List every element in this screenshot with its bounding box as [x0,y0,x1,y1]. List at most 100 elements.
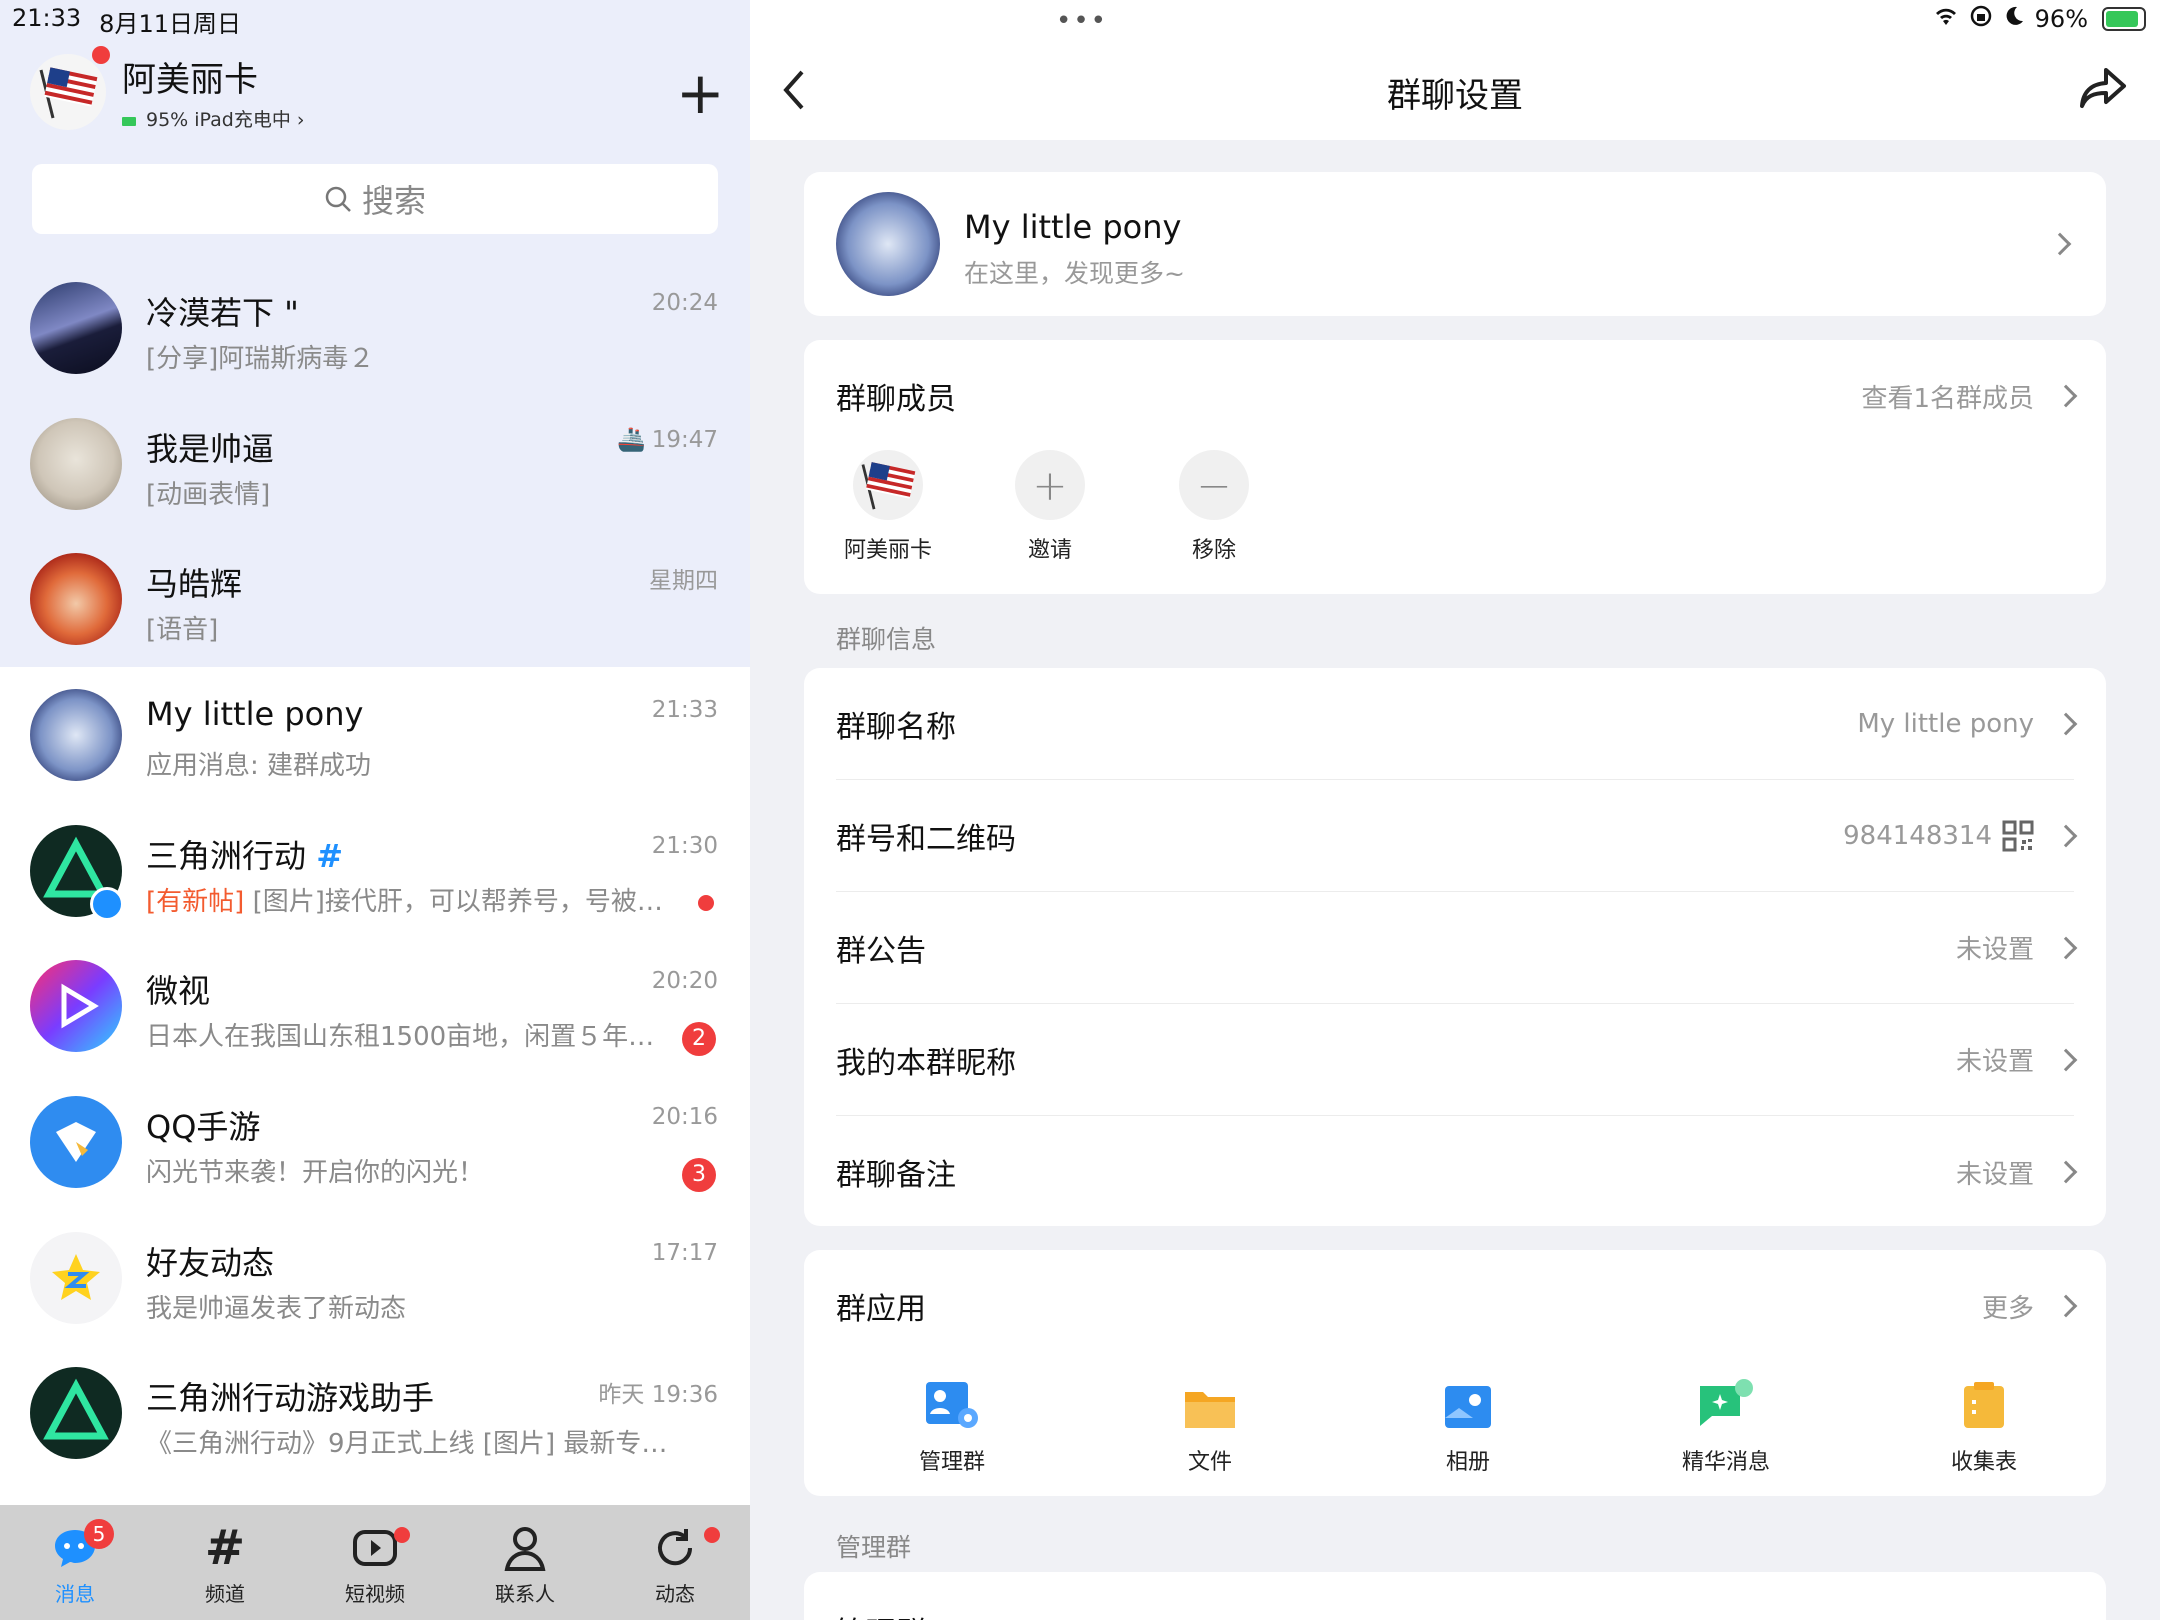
row-value: 984148314 [1843,820,2078,852]
chat-item[interactable]: 微视 20:20 日本人在我国山东租1500亩地，闲置５年… 2 [0,938,750,1074]
battery-icon [2102,7,2146,31]
play-icon [61,983,99,1029]
avatar [30,1096,122,1188]
remove-button[interactable]: − 移除 [1154,450,1274,564]
chat-item[interactable]: My little pony 21:33 应用消息: 建群成功 [0,667,750,803]
tab-messages[interactable]: 消息 5 [0,1505,150,1620]
chat-name: 三角洲行动 # [146,831,343,877]
chat-item[interactable]: QQ手游 20:16 闪光节来袭！开启你的闪光！ 3 [0,1074,750,1210]
info-row-announcement[interactable]: 群公告 未设置 [836,892,2078,1004]
row-value: 未设置 [1956,1154,2078,1191]
members-row[interactable]: 群聊成员 查看1名群成员 [836,340,2078,452]
chat-item[interactable]: 三角洲行动 # 21:30 [有新帖] [图片]接代肝，可以帮养号，号被… [0,803,750,939]
member-label: 阿美丽卡 [843,538,932,563]
apps-row[interactable]: 群应用 更多 [836,1250,2078,1362]
tab-badge: 5 [84,1519,114,1549]
row-value-text: 未设置 [1955,1047,2034,1077]
app-form[interactable]: 收集表 [1914,1370,2054,1476]
chat-name: 好友动态 [146,1244,275,1282]
chevron-right-icon [2054,712,2078,735]
rotation-lock-icon [1969,4,1993,34]
tab-short-video[interactable]: 短视频 [300,1505,450,1620]
manage-card[interactable]: 管理群 [804,1572,2106,1620]
member-item[interactable]: 阿美丽卡 [828,450,948,564]
chat-item[interactable]: 好友动态 17:17 我是帅逼发表了新动态 [0,1210,750,1346]
new-post-tag: [有新帖] [146,887,245,917]
video-icon [353,1530,397,1566]
tab-channels[interactable]: # 频道 [150,1505,300,1620]
chat-time-text: 19:47 [651,427,718,453]
search-input[interactable]: 搜索 [32,164,718,234]
device-status-chevron: › [296,109,305,131]
chat-preview: [分享]阿瑞斯病毒２ [146,344,375,374]
chat-item[interactable]: 冷漠若下 " 20:24 [分享]阿瑞斯病毒２ [0,260,750,396]
chevron-right-icon [2054,936,2078,959]
chat-time: 21:33 [651,697,718,723]
chevron-right-icon [2054,1160,2078,1184]
members-title: 群聊成员 [836,382,956,417]
info-row-group-name[interactable]: 群聊名称 My little pony [836,668,2078,780]
app-essence[interactable]: 精华消息 [1656,1370,1796,1476]
page-title: 群聊设置 [1387,76,1523,116]
row-value-text: 未设置 [1955,935,2034,965]
avatar [30,553,122,645]
tab-label: 联系人 [495,1582,555,1606]
avatar [30,1232,122,1324]
group-profile-card[interactable]: My little pony 在这里，发现更多~ [804,172,2106,316]
row-label: 群聊备注 [836,1158,956,1193]
tab-label: 频道 [205,1582,245,1606]
member-label: 移除 [1191,538,1236,563]
profile-header[interactable]: 阿美丽卡 95% iPad充电中 › [30,46,305,132]
share-button[interactable] [2078,66,2128,114]
game-logo-icon [56,1122,96,1162]
hash-icon: # [204,1520,246,1576]
app-label: 文件 [1187,1450,1232,1475]
search-icon [325,186,351,212]
battery-small-icon [122,117,136,126]
search-placeholder: 搜索 [361,182,426,220]
chat-time: 昨天 19:36 [598,1382,718,1408]
avatar [30,1367,122,1459]
chat-time: 🚢 19:47 [617,426,718,453]
avatar[interactable] [30,54,106,130]
person-icon [504,1527,546,1571]
add-button[interactable]: + [676,64,725,122]
section-title: 管理群 [836,1533,912,1562]
apps-more-text: 更多 [1981,1293,2034,1324]
app-label: 精华消息 [1681,1450,1770,1475]
row-value-text: 984148314 [1843,820,1992,851]
info-row-remark[interactable]: 群聊备注 未设置 [836,1116,2078,1228]
chat-name: 冷漠若下 " [146,294,299,332]
chat-time: 星期四 [649,568,718,594]
chat-time: 17:17 [651,1240,718,1266]
tab-feed[interactable]: 动态 [600,1505,750,1620]
chat-preview: 我是帅逼发表了新动态 [146,1294,407,1324]
info-row-group-number[interactable]: 群号和二维码 984148314 [836,780,2078,892]
profile-red-dot [92,46,110,64]
conversation-list-pane: 阿美丽卡 95% iPad充电中 › + 搜索 冷漠若下 " 20:24 [分享… [0,0,750,1620]
chat-item[interactable]: 我是帅逼 🚢 19:47 [动画表情] [0,396,750,532]
row-label: 群公告 [836,933,926,969]
chevron-right-icon [2054,824,2078,847]
row-label: 管理群 [836,1608,926,1620]
app-files[interactable]: 文件 [1140,1370,1280,1476]
app-album[interactable]: 相册 [1398,1370,1538,1476]
chat-item[interactable]: 三角洲行动游戏助手 昨天 19:36 《三角洲行动》9月正式上线 [图片] 最新… [0,1345,750,1481]
info-row-my-nickname[interactable]: 我的本群昵称 未设置 [836,1004,2078,1116]
invite-button[interactable]: + 邀请 [990,450,1110,564]
us-flag-icon [39,67,98,119]
tab-bar: 消息 5 # 频道 短视频 联系人 动态 [0,1505,750,1620]
avatar [853,450,923,520]
tab-label: 短视频 [345,1582,405,1606]
chat-item[interactable]: 马皓辉 星期四 [语音] [0,531,750,667]
us-flag-icon [861,462,916,510]
chat-time: 20:20 [651,968,718,994]
device-status[interactable]: 95% iPad充电中 › [122,105,305,132]
tab-contacts[interactable]: 联系人 [450,1505,600,1620]
apps-title: 群应用 [836,1292,926,1327]
app-admin[interactable]: 管理群 [882,1370,1022,1476]
multitask-dots[interactable]: ••• [1056,6,1108,36]
unread-dot [698,895,714,911]
group-settings-pane: 群聊设置 My little pony 在这里，发现更多~ 群聊成员 查看1名群… [750,0,2160,1620]
chevron-right-icon [2054,1294,2078,1318]
